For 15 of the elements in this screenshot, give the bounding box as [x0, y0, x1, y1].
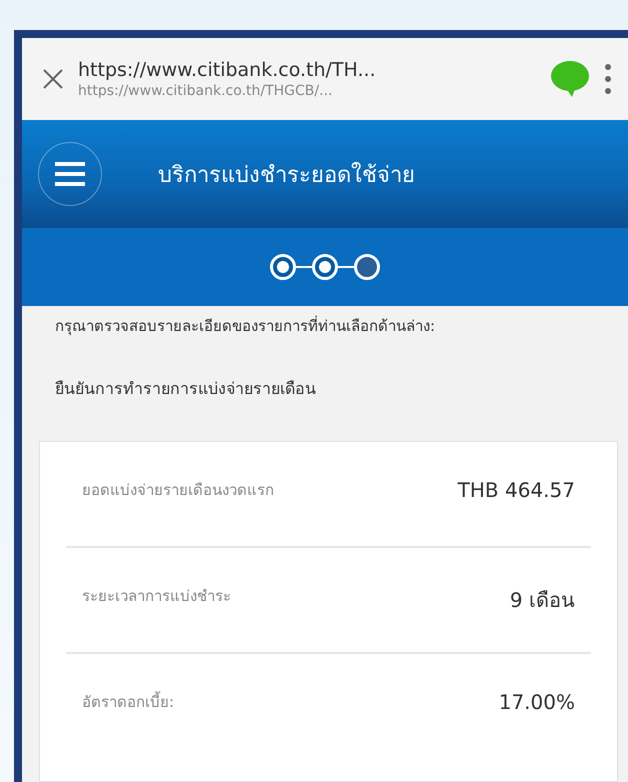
page-url: https://www.citibank.co.th/THGCB/... — [78, 83, 334, 99]
more-icon[interactable] — [604, 63, 612, 95]
section-title: ยืนยันการทำรายการแบ่งจ่ายรายเดือน — [55, 378, 317, 400]
menu-icon — [53, 161, 87, 187]
detail-value: 17.00% — [498, 690, 575, 714]
close-icon[interactable] — [42, 68, 64, 90]
instruction-text: กรุณาตรวจสอบรายละเอียดของรายการที่ท่านเลือกด้านล่าง: — [55, 314, 436, 338]
detail-label: ระยะเวลาการแบ่งชำระ — [82, 586, 232, 607]
menu-button[interactable] — [38, 142, 102, 206]
detail-value: THB 464.57 — [458, 478, 575, 502]
page-title: https://www.citibank.co.th/TH... — [78, 59, 377, 81]
detail-label: ยอดแบ่งจ่ายรายเดือนงวดแรก — [82, 480, 275, 501]
detail-value: 9 เดือน — [510, 587, 575, 614]
header-title: บริการแบ่งชำระยอดใช้จ่าย — [158, 161, 415, 190]
detail-label: อัตราดอกเบี้ย: — [82, 690, 176, 713]
